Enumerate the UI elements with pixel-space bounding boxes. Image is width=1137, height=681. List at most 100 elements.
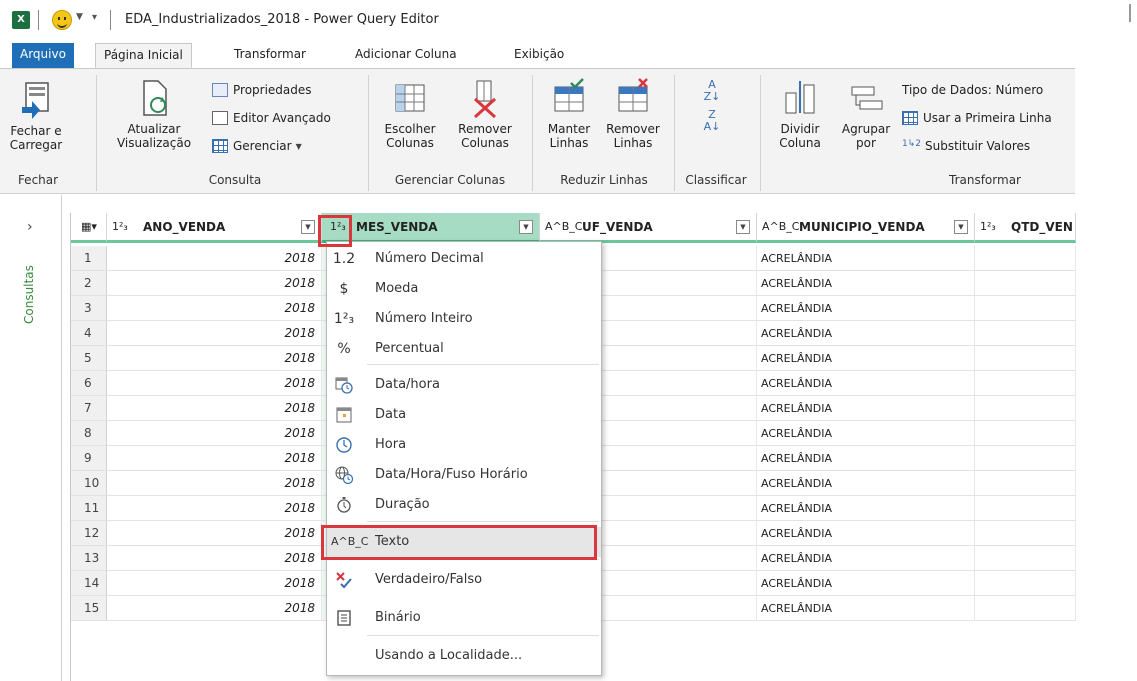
cell-ano-venda[interactable]: 2018 — [107, 296, 322, 321]
cell-ano-venda[interactable]: 2018 — [107, 521, 322, 546]
cell-qtd-venda[interactable] — [975, 246, 1076, 271]
group-by-button[interactable]: Agrupar por — [836, 77, 896, 150]
menu-item-numero-decimal[interactable]: 1.2 Número Decimal — [327, 244, 601, 274]
scrollbar[interactable] — [1123, 0, 1137, 681]
row-number[interactable]: 8 — [71, 421, 107, 446]
cell-ano-venda[interactable]: 2018 — [107, 471, 322, 496]
menu-item-data-hora-fuso-horario[interactable]: Data/Hora/Fuso Horário — [327, 460, 601, 490]
row-number[interactable]: 14 — [71, 571, 107, 596]
chevron-down-icon[interactable]: ▼ — [954, 220, 968, 234]
whole-number-type-icon[interactable]: 1²₃ — [112, 213, 128, 241]
chevron-down-icon[interactable]: ▼ — [301, 220, 315, 234]
cell-municipio-venda[interactable]: ACRELÂNDIA — [757, 571, 975, 596]
cell-municipio-venda[interactable]: ACRELÂNDIA — [757, 596, 975, 621]
cell-qtd-venda[interactable] — [975, 496, 1076, 521]
cell-municipio-venda[interactable]: ACRELÂNDIA — [757, 346, 975, 371]
menu-item-usando-a-localidade[interactable]: Usando a Localidade... — [327, 641, 601, 671]
cell-ano-venda[interactable]: 2018 — [107, 271, 322, 296]
row-number[interactable]: 13 — [71, 546, 107, 571]
cell-qtd-venda[interactable] — [975, 446, 1076, 471]
table-menu-button[interactable]: ▦▾ — [71, 213, 107, 243]
cell-qtd-venda[interactable] — [975, 571, 1076, 596]
manage-button[interactable]: Gerenciar ▼ — [212, 139, 302, 153]
row-number[interactable]: 15 — [71, 596, 107, 621]
cell-ano-venda[interactable]: 2018 — [107, 571, 322, 596]
row-number[interactable]: 6 — [71, 371, 107, 396]
menu-item-numero-inteiro[interactable]: 1²₃ Número Inteiro — [327, 304, 601, 334]
row-number[interactable]: 12 — [71, 521, 107, 546]
row-number[interactable]: 2 — [71, 271, 107, 296]
cell-municipio-venda[interactable]: ACRELÂNDIA — [757, 321, 975, 346]
remove-columns-button[interactable]: Remover Colunas — [448, 77, 522, 150]
row-number[interactable]: 10 — [71, 471, 107, 496]
cell-municipio-venda[interactable]: ACRELÂNDIA — [757, 446, 975, 471]
column-header-mes-venda[interactable]: 1²₃ MES_VENDA ▼ — [322, 213, 540, 243]
cell-qtd-venda[interactable] — [975, 421, 1076, 446]
cell-ano-venda[interactable]: 2018 — [107, 496, 322, 521]
cell-municipio-venda[interactable]: ACRELÂNDIA — [757, 396, 975, 421]
whole-number-type-icon[interactable]: 1²₃ — [980, 213, 996, 240]
advanced-editor-button[interactable]: Editor Avançado — [212, 111, 331, 125]
cell-ano-venda[interactable]: 2018 — [107, 446, 322, 471]
cell-ano-venda[interactable]: 2018 — [107, 346, 322, 371]
text-type-icon[interactable]: A^B_C — [762, 213, 799, 241]
row-number[interactable]: 4 — [71, 321, 107, 346]
row-number[interactable]: 1 — [71, 246, 107, 271]
properties-button[interactable]: Propriedades — [212, 83, 312, 97]
cell-municipio-venda[interactable]: ACRELÂNDIA — [757, 246, 975, 271]
smiley-icon[interactable] — [52, 10, 72, 30]
cell-municipio-venda[interactable]: ACRELÂNDIA — [757, 296, 975, 321]
cell-qtd-venda[interactable] — [975, 296, 1076, 321]
choose-columns-button[interactable]: Escolher Colunas — [374, 77, 446, 150]
row-number[interactable]: 5 — [71, 346, 107, 371]
menu-item-hora[interactable]: Hora — [327, 430, 601, 460]
menu-item-percentual[interactable]: % Percentual — [327, 334, 601, 364]
cell-municipio-venda[interactable]: ACRELÂNDIA — [757, 471, 975, 496]
cell-ano-venda[interactable]: 2018 — [107, 596, 322, 621]
data-type-dropdown[interactable]: Tipo de Dados: Número — [902, 83, 1043, 97]
tab-exibicao[interactable]: Exibição — [506, 43, 572, 68]
text-type-icon[interactable]: A^B_C — [545, 213, 582, 241]
cell-municipio-venda[interactable]: ACRELÂNDIA — [757, 421, 975, 446]
remove-rows-button[interactable]: Remover Linhas — [600, 77, 666, 150]
tab-adicionar-coluna[interactable]: Adicionar Coluna — [347, 43, 465, 68]
cell-qtd-venda[interactable] — [975, 521, 1076, 546]
split-column-button[interactable]: Dividir Coluna — [766, 77, 834, 150]
chevron-down-icon[interactable]: ▼ — [76, 12, 83, 22]
queries-pane-label[interactable]: Consultas — [22, 255, 36, 335]
cell-qtd-venda[interactable] — [975, 596, 1076, 621]
use-first-row-button[interactable]: Usar a Primeira Linha — [902, 111, 1052, 125]
tab-transformar[interactable]: Transformar — [226, 43, 314, 68]
menu-item-verdadeiro-falso[interactable]: Verdadeiro/Falso — [327, 565, 601, 595]
row-number[interactable]: 7 — [71, 396, 107, 421]
cell-qtd-venda[interactable] — [975, 546, 1076, 571]
tab-arquivo[interactable]: Arquivo — [12, 43, 74, 68]
cell-ano-venda[interactable]: 2018 — [107, 321, 322, 346]
chevron-down-icon[interactable]: ▼ — [519, 220, 533, 234]
cell-ano-venda[interactable]: 2018 — [107, 546, 322, 571]
cell-ano-venda[interactable]: 2018 — [107, 396, 322, 421]
column-header-qtd-venda[interactable]: 1²₃ QTD_VEN — [975, 213, 1076, 243]
column-header-uf-venda[interactable]: A^B_C UF_VENDA ▼ — [540, 213, 757, 243]
keep-rows-button[interactable]: Manter Linhas — [538, 77, 600, 150]
cell-qtd-venda[interactable] — [975, 346, 1076, 371]
cell-ano-venda[interactable]: 2018 — [107, 246, 322, 271]
cell-qtd-venda[interactable] — [975, 396, 1076, 421]
chevron-right-icon[interactable]: › — [27, 219, 33, 235]
cell-qtd-venda[interactable] — [975, 271, 1076, 296]
cell-qtd-venda[interactable] — [975, 371, 1076, 396]
tab-pagina-inicial[interactable]: Página Inicial — [95, 43, 192, 68]
customize-quick-access-icon[interactable]: ▾ — [92, 12, 97, 23]
cell-qtd-venda[interactable] — [975, 321, 1076, 346]
menu-item-data[interactable]: Data — [327, 400, 601, 430]
sort-ascending-button[interactable]: A Z↓ — [700, 79, 724, 103]
scrollbar-thumb[interactable] — [1129, 4, 1131, 22]
cell-municipio-venda[interactable]: ACRELÂNDIA — [757, 371, 975, 396]
row-number[interactable]: 11 — [71, 496, 107, 521]
row-number[interactable]: 3 — [71, 296, 107, 321]
cell-municipio-venda[interactable]: ACRELÂNDIA — [757, 496, 975, 521]
cell-municipio-venda[interactable]: ACRELÂNDIA — [757, 521, 975, 546]
excel-icon[interactable]: X — [12, 11, 30, 29]
replace-values-button[interactable]: 1↳2 Substituir Valores — [902, 139, 1030, 153]
menu-item-duracao[interactable]: Duração — [327, 490, 601, 520]
